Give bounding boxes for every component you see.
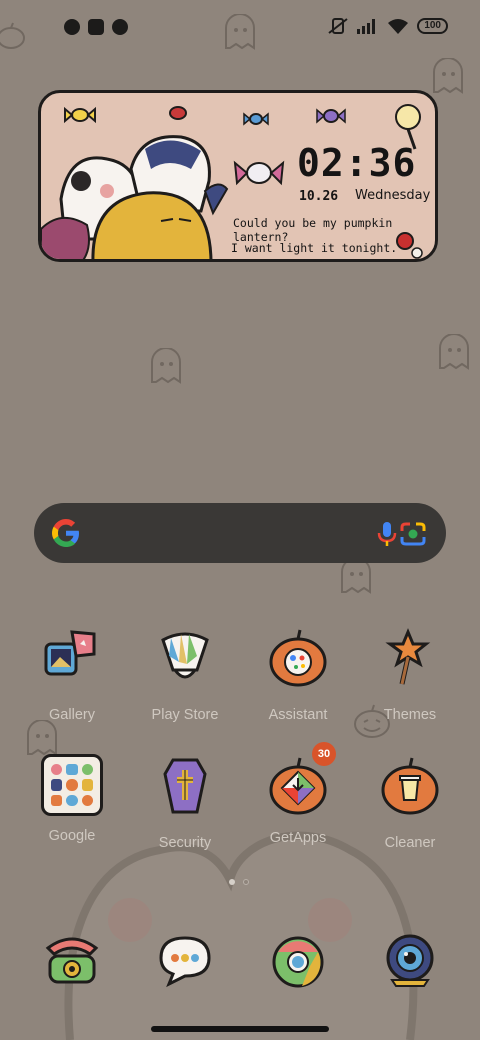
cleaner-icon [381,757,439,815]
rose-icon [396,232,423,259]
app-notification-icon [64,19,80,35]
app-label: GetApps [269,830,327,846]
status-bar: 100 [0,0,480,56]
gallery-icon [44,630,96,676]
ghost-doodle-icon [27,720,57,756]
google-search-bar[interactable] [34,503,446,563]
app-label: Themes [383,707,437,723]
battery-indicator: 100 [417,18,448,34]
mute-vibrate-icon [328,18,348,34]
notification-badge: 30 [312,742,336,766]
google-folder-icon [41,754,103,816]
app-label: Google [48,828,96,844]
square-icon [88,19,104,35]
widget-quote-line-2: I want light it tonight. [231,241,398,255]
clock-time: 02:36 [297,141,417,185]
messages-icon [159,936,211,988]
app-assistant[interactable]: Assistant [248,626,348,723]
page-indicator [229,879,249,885]
google-g-icon [52,519,79,547]
dock-messages[interactable] [135,928,235,997]
clock-weekday: Wednesday [355,188,431,203]
app-play-store[interactable]: Play Store [135,626,235,723]
assistant-icon [269,629,327,687]
signal-icon [357,19,376,34]
app-label: Cleaner [384,835,436,851]
camera-icon [386,934,434,987]
wrapped-candy-icon [233,160,285,186]
gesture-navigation-bar[interactable] [151,1026,329,1032]
dock-phone[interactable] [22,928,122,997]
ghost-doodle-icon [433,58,463,94]
candy-icon [169,106,187,120]
app-label: Security [158,835,212,851]
security-icon [163,758,207,814]
app-label: Gallery [49,707,95,723]
app-getapps[interactable]: 30 GetApps [248,742,348,846]
clock-date: 10.26 [299,189,339,204]
ghost-doodle-icon [341,558,371,594]
cats-illustration [41,135,229,259]
app-themes[interactable]: Themes [360,626,460,723]
wifi-icon [388,19,409,34]
page-dot [243,879,249,885]
ghost-doodle-icon [151,348,181,384]
app-label: Assistant [268,707,328,723]
play-store-icon [161,632,209,679]
folder-google[interactable]: Google [22,754,122,844]
app-security[interactable]: Security [135,754,235,851]
phone-icon [45,937,99,984]
page-dot-active [229,879,235,885]
app-gallery[interactable]: Gallery [22,626,122,723]
candy-icon [243,112,269,126]
mic-icon[interactable] [374,520,400,548]
clock-widget[interactable]: 02:36 10.26 Wednesday Could you be my pu… [38,90,438,262]
candy-icon [316,108,346,124]
dock-chrome[interactable] [248,928,348,997]
app-notification-icon [112,19,128,35]
ghost-doodle-icon [439,334,469,370]
themes-icon [385,628,431,685]
camera-lens-icon[interactable] [398,519,428,549]
dock-camera[interactable] [360,928,460,997]
app-cleaner[interactable]: Cleaner [360,754,460,851]
app-label: Play Store [151,707,219,723]
candy-icon [64,106,96,124]
chrome-icon [272,936,324,988]
